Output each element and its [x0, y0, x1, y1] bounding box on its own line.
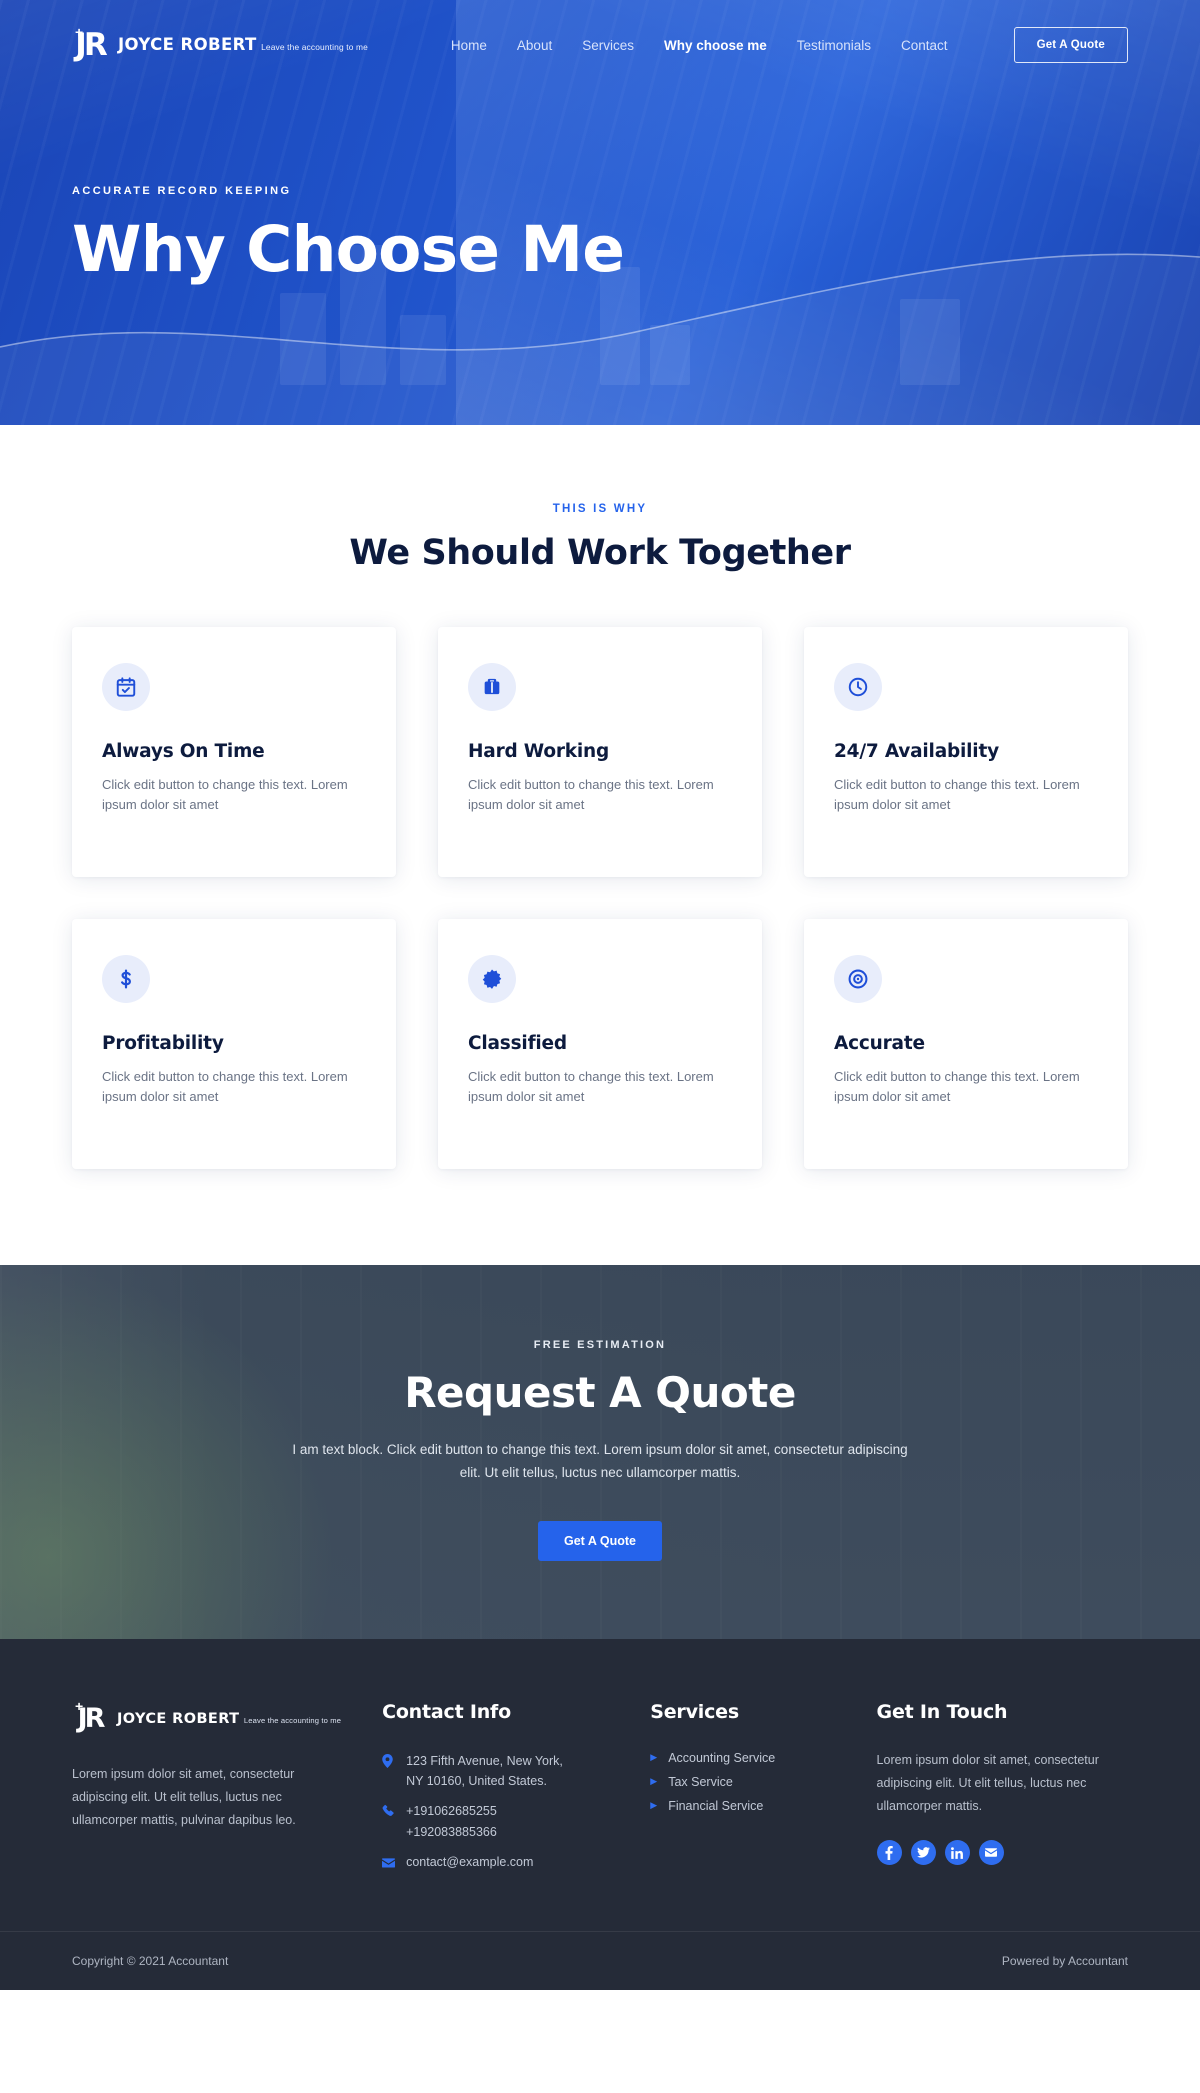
footer-service-link[interactable]: Tax Service	[668, 1775, 733, 1789]
feature-title: Profitability	[102, 1033, 224, 1054]
nav-item-contact[interactable]: Contact	[901, 38, 948, 53]
footer-service-item: ▶ Tax Service	[650, 1775, 842, 1789]
footer-brand-name: JOYCE ROBERT	[117, 1710, 240, 1727]
envelope-icon	[382, 1852, 396, 1873]
footer-logo[interactable]: + JR JOYCE ROBERT Leave the accounting t…	[72, 1697, 348, 1737]
cta-text: I am text block. Click edit button to ch…	[292, 1442, 908, 1480]
location-pin-icon	[382, 1751, 395, 1792]
footer-service-link[interactable]: Financial Service	[668, 1799, 763, 1813]
hero-copy: ACCURATE RECORD KEEPING Why Choose Me	[0, 90, 1200, 284]
contact-phone-2[interactable]: +192083885366	[406, 1825, 497, 1839]
nav-item-home[interactable]: Home	[451, 38, 487, 53]
nav-item-why-choose-me[interactable]: Why choose me	[664, 38, 767, 53]
contact-phone-row: +191062685255 +192083885366	[382, 1801, 616, 1842]
site-footer: + JR JOYCE ROBERT Leave the accounting t…	[0, 1638, 1200, 1931]
clock-icon	[834, 663, 882, 711]
footer-service-link[interactable]: Accounting Service	[668, 1751, 775, 1765]
social-links	[876, 1840, 1128, 1866]
feature-title: Accurate	[834, 1033, 925, 1054]
feature-text: Click edit button to change this text. L…	[468, 1069, 714, 1105]
cta-eyebrow: FREE ESTIMATION	[533, 1339, 667, 1351]
caret-right-icon: ▶	[650, 1776, 658, 1787]
footer-touch-text: Lorem ipsum dolor sit amet, consectetur …	[876, 1752, 1099, 1814]
nav-item-services[interactable]: Services	[582, 38, 634, 53]
footer-logo-plus-icon: +	[75, 1697, 84, 1714]
contact-email[interactable]: contact@example.com	[406, 1852, 533, 1873]
feature-title: Always On Time	[102, 741, 265, 762]
briefcase-icon	[468, 663, 516, 711]
features-title: We Should Work Together	[349, 533, 851, 573]
copyright-text: Copyright © 2021 Accountant	[72, 1953, 229, 1968]
page-title: Why Choose Me	[72, 213, 625, 286]
feature-card: Always On Time Click edit button to chan…	[72, 627, 396, 877]
footer-contact-column: Contact Info 123 Fifth Avenue, New York,…	[382, 1701, 616, 1883]
feature-title: 24/7 Availability	[834, 741, 999, 762]
copyright-bar: Copyright © 2021 Accountant Powered by A…	[0, 1930, 1200, 1990]
footer-brand-tagline: Leave the accounting to me	[243, 1715, 342, 1725]
footer-service-item: ▶ Financial Service	[650, 1799, 842, 1813]
feature-card: 24/7 Availability Click edit button to c…	[804, 627, 1128, 877]
hero-eyebrow: ACCURATE RECORD KEEPING	[72, 185, 292, 197]
feature-card: Hard Working Click edit button to change…	[438, 627, 762, 877]
hero-section: + JR JOYCE ROBERT Leave the accounting t…	[0, 0, 1200, 425]
feature-card: Classified Click edit button to change t…	[438, 919, 762, 1169]
footer-about-column: + JR JOYCE ROBERT Leave the accounting t…	[72, 1697, 348, 1883]
caret-right-icon: ▶	[650, 1800, 658, 1811]
feature-card: Accurate Click edit button to change thi…	[804, 919, 1128, 1169]
email-icon[interactable]	[978, 1840, 1004, 1866]
main-navigation: + JR JOYCE ROBERT Leave the accounting t…	[0, 0, 1200, 90]
footer-logo-monogram-icon: + JR	[72, 1697, 108, 1737]
request-quote-section: FREE ESTIMATION Request A Quote I am tex…	[0, 1265, 1200, 1639]
logo-plus-icon: +	[75, 24, 84, 40]
feature-text: Click edit button to change this text. L…	[102, 777, 348, 813]
feature-text: Click edit button to change this text. L…	[102, 1069, 348, 1105]
features-grid: Always On Time Click edit button to chan…	[72, 627, 1128, 1169]
dollar-icon	[102, 955, 150, 1003]
logo-brand-name: JOYCE ROBERT	[118, 34, 257, 54]
feature-text: Click edit button to change this text. L…	[468, 777, 714, 813]
caret-right-icon: ▶	[650, 1752, 658, 1763]
linkedin-icon[interactable]	[944, 1840, 970, 1866]
logo-monogram-icon: + JR	[72, 24, 108, 63]
footer-get-in-touch-column: Get In Touch Lorem ipsum dolor sit amet,…	[876, 1700, 1128, 1883]
logo-tagline: Leave the accounting to me	[261, 41, 368, 52]
features-eyebrow: THIS IS WHY	[552, 503, 648, 515]
feature-text: Click edit button to change this text. L…	[834, 777, 1080, 813]
feature-card: Profitability Click edit button to chang…	[72, 919, 396, 1169]
powered-by-text: Powered by Accountant	[1001, 1953, 1128, 1968]
contact-address-row: 123 Fifth Avenue, New York, NY 10160, Un…	[382, 1751, 616, 1792]
footer-services-column: Services ▶ Accounting Service ▶ Tax Serv…	[650, 1701, 842, 1883]
footer-about-text: Lorem ipsum dolor sit amet, consectetur …	[72, 1766, 296, 1828]
footer-services-heading: Services	[650, 1700, 739, 1723]
footer-contact-heading: Contact Info	[382, 1700, 511, 1723]
contact-email-row: contact@example.com	[382, 1852, 616, 1873]
cta-get-a-quote-button[interactable]: Get A Quote	[538, 1520, 662, 1561]
twitter-icon[interactable]	[910, 1840, 936, 1866]
features-section: THIS IS WHY We Should Work Together Alwa…	[0, 425, 1200, 1265]
phone-icon	[382, 1801, 395, 1842]
nav-item-testimonials[interactable]: Testimonials	[797, 38, 871, 53]
feature-title: Classified	[468, 1033, 567, 1054]
nav-links: Home About Services Why choose me Testim…	[451, 27, 1128, 63]
calendar-check-icon	[102, 663, 150, 711]
page-root: + JR JOYCE ROBERT Leave the accounting t…	[0, 0, 1200, 1990]
target-icon	[834, 955, 882, 1003]
feature-title: Hard Working	[468, 741, 610, 762]
footer-touch-heading: Get In Touch	[876, 1700, 1008, 1723]
nav-get-a-quote-button[interactable]: Get A Quote	[1013, 27, 1128, 63]
badge-starburst-icon	[468, 955, 516, 1003]
site-logo[interactable]: + JR JOYCE ROBERT Leave the accounting t…	[72, 24, 368, 63]
contact-address-line1: 123 Fifth Avenue, New York,	[406, 1753, 563, 1768]
feature-text: Click edit button to change this text. L…	[834, 1069, 1080, 1105]
footer-service-item: ▶ Accounting Service	[650, 1751, 842, 1765]
nav-item-about[interactable]: About	[517, 38, 552, 53]
cta-title: Request A Quote	[404, 1368, 796, 1417]
contact-address-line2: NY 10160, United States.	[406, 1774, 547, 1789]
facebook-icon[interactable]	[876, 1840, 902, 1866]
contact-phone-1[interactable]: +191062685255	[406, 1804, 497, 1818]
